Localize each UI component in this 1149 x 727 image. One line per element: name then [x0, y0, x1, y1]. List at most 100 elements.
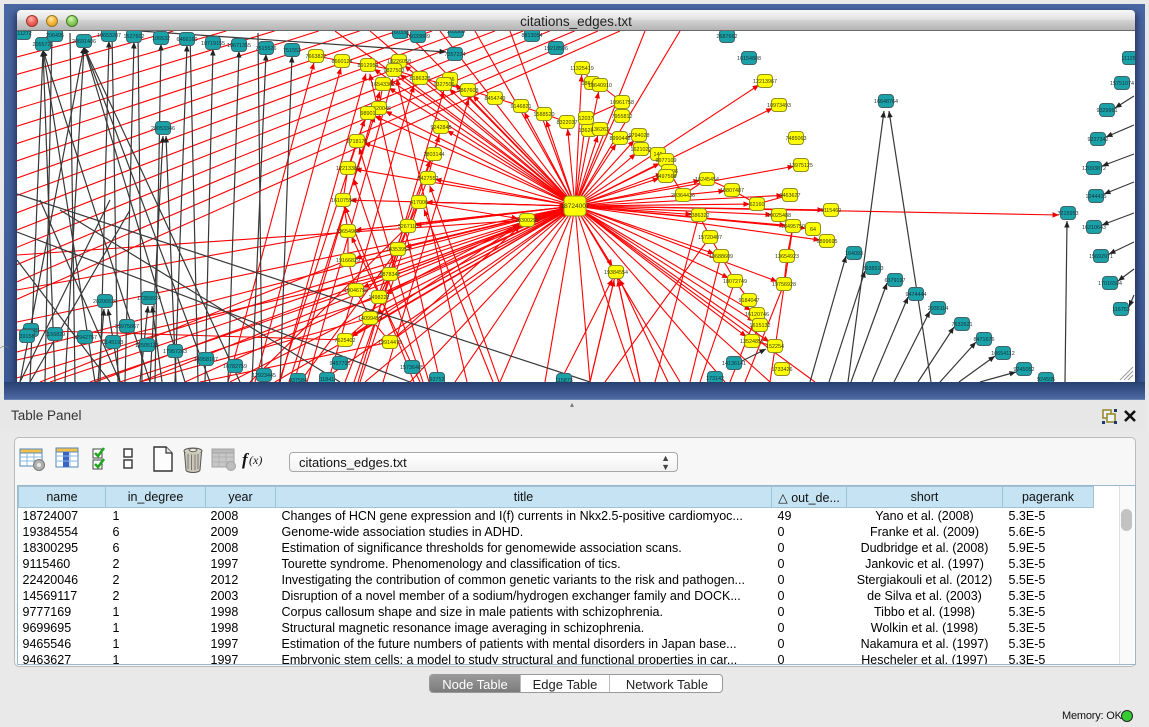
svg-text:15692971: 15692971	[1089, 254, 1113, 260]
svg-text:10961758: 10961758	[610, 100, 634, 106]
svg-text:10046798: 10046798	[344, 288, 368, 294]
svg-text:1156829: 1156829	[45, 332, 66, 338]
svg-text:2867608: 2867608	[458, 88, 479, 94]
svg-text:11325419: 11325419	[570, 66, 594, 72]
svg-text:12923445: 12923445	[252, 373, 276, 379]
svg-text:7515526: 7515526	[256, 46, 277, 52]
svg-text:18072749: 18072749	[723, 279, 747, 285]
svg-text:9327506: 9327506	[434, 82, 455, 88]
svg-text:203368: 203368	[447, 31, 465, 35]
svg-text:12037: 12037	[579, 116, 594, 122]
svg-text:14099459: 14099459	[358, 316, 382, 322]
svg-text:98901: 98901	[361, 111, 376, 117]
svg-text:10025488: 10025488	[767, 213, 791, 219]
svg-text:17016504: 17016504	[1098, 281, 1122, 287]
svg-text:12505135: 12505135	[135, 343, 159, 349]
svg-text:19756928: 19756928	[772, 282, 796, 288]
svg-text:8990448: 8990448	[610, 136, 631, 142]
svg-text:64: 64	[810, 227, 816, 233]
svg-text:9242848: 9242848	[431, 125, 452, 131]
svg-text:16154808: 16154808	[737, 56, 761, 62]
svg-text:7663822: 7663822	[306, 54, 327, 60]
svg-text:12942757: 12942757	[73, 335, 97, 341]
svg-text:10719155: 10719155	[201, 41, 225, 47]
svg-text:7955812: 7955812	[612, 114, 633, 120]
svg-text:1244415: 1244415	[1086, 194, 1107, 200]
svg-text:18300295: 18300295	[515, 218, 539, 224]
svg-text:16782759: 16782759	[223, 364, 247, 370]
svg-text:1733426: 1733426	[772, 367, 793, 373]
svg-text:20053346: 20053346	[151, 126, 175, 132]
svg-text:9827503: 9827503	[384, 68, 405, 74]
svg-text:6466160: 6466160	[177, 37, 198, 43]
svg-text:19384554: 19384554	[604, 270, 628, 276]
svg-text:9146821: 9146821	[511, 104, 532, 110]
svg-text:7386322: 7386322	[689, 213, 710, 219]
svg-text:16210643: 16210643	[1082, 225, 1106, 231]
svg-text:19654963: 19654963	[336, 229, 360, 235]
svg-text:9329961: 9329961	[1097, 108, 1118, 114]
svg-text:18724007: 18724007	[561, 203, 590, 210]
svg-text:1621022: 1621022	[631, 147, 652, 153]
svg-text:152254: 152254	[766, 344, 784, 350]
svg-text:417006: 417006	[410, 200, 428, 206]
svg-text:62160: 62160	[750, 202, 765, 208]
svg-text:9184047: 9184047	[739, 298, 760, 304]
svg-text:10653287: 10653287	[97, 33, 121, 39]
svg-text:12213389: 12213389	[336, 166, 360, 172]
svg-text:20691406: 20691406	[72, 39, 96, 45]
svg-text:20206526: 20206526	[93, 299, 117, 305]
svg-text:2687662: 2687662	[717, 34, 738, 40]
svg-text:136263: 136263	[591, 127, 609, 133]
svg-text:16648764: 16648764	[874, 99, 898, 105]
svg-text:20364436: 20364436	[671, 193, 695, 199]
svg-text:10654112: 10654112	[991, 351, 1015, 357]
svg-text:7632621: 7632621	[952, 322, 973, 328]
svg-text:7485063: 7485063	[786, 136, 807, 142]
svg-text:8454749: 8454749	[485, 96, 506, 102]
svg-text:111253: 111253	[1121, 56, 1135, 62]
svg-text:10973493: 10973493	[767, 103, 791, 109]
svg-text:39158: 39158	[20, 334, 35, 340]
svg-text:106532: 106532	[152, 36, 170, 42]
svg-text:751552: 751552	[283, 48, 301, 54]
svg-text:9463627: 9463627	[780, 193, 801, 199]
svg-text:19166829: 19166829	[336, 258, 360, 264]
svg-text:173142: 173142	[706, 376, 724, 382]
svg-text:14958107: 14958107	[194, 357, 218, 363]
svg-text:211272: 211272	[17, 31, 32, 37]
svg-text:8813054: 8813054	[522, 33, 543, 39]
svg-text:1527602: 1527602	[124, 34, 145, 40]
svg-text:17359924: 17359924	[137, 296, 161, 302]
svg-text:1498222: 1498222	[369, 295, 390, 301]
svg-text:13654923: 13654923	[775, 254, 799, 260]
svg-text:164093: 164093	[845, 251, 863, 257]
svg-text:2718176: 2718176	[347, 139, 368, 145]
svg-text:16245454: 16245454	[695, 177, 719, 183]
svg-text:2935114: 2935114	[928, 306, 949, 312]
svg-text:6379197: 6379197	[885, 278, 906, 284]
svg-text:8660124: 8660124	[332, 59, 353, 65]
svg-text:15751074: 15751074	[1110, 81, 1134, 87]
svg-text:2803144: 2803144	[424, 152, 445, 158]
svg-text:8186328: 8186328	[410, 76, 431, 82]
svg-text:9474444: 9474444	[906, 292, 927, 298]
svg-text:13975125: 13975125	[789, 163, 813, 169]
svg-text:8471676: 8471676	[974, 337, 995, 343]
svg-text:18640910: 18640910	[588, 83, 612, 89]
svg-text:19218506: 19218506	[544, 46, 568, 52]
svg-text:15736485: 15736485	[400, 365, 424, 371]
svg-text:8938913: 8938913	[863, 266, 884, 272]
svg-text:10688609: 10688609	[709, 254, 733, 260]
svg-text:14136141: 14136141	[722, 361, 746, 367]
svg-text:8427552: 8427552	[418, 176, 439, 182]
svg-text:16033809: 16033809	[406, 34, 430, 40]
svg-text:8322037: 8322037	[557, 120, 578, 126]
svg-text:1145193: 1145193	[103, 340, 124, 346]
svg-text:13495750: 13495750	[781, 224, 805, 230]
svg-text:33975867: 33975867	[115, 324, 139, 330]
svg-text:9977109: 9977109	[656, 158, 677, 164]
svg-text:12093872: 12093872	[1082, 166, 1106, 172]
svg-text:9115460: 9115460	[821, 208, 842, 214]
svg-text:7625402: 7625402	[335, 338, 356, 344]
